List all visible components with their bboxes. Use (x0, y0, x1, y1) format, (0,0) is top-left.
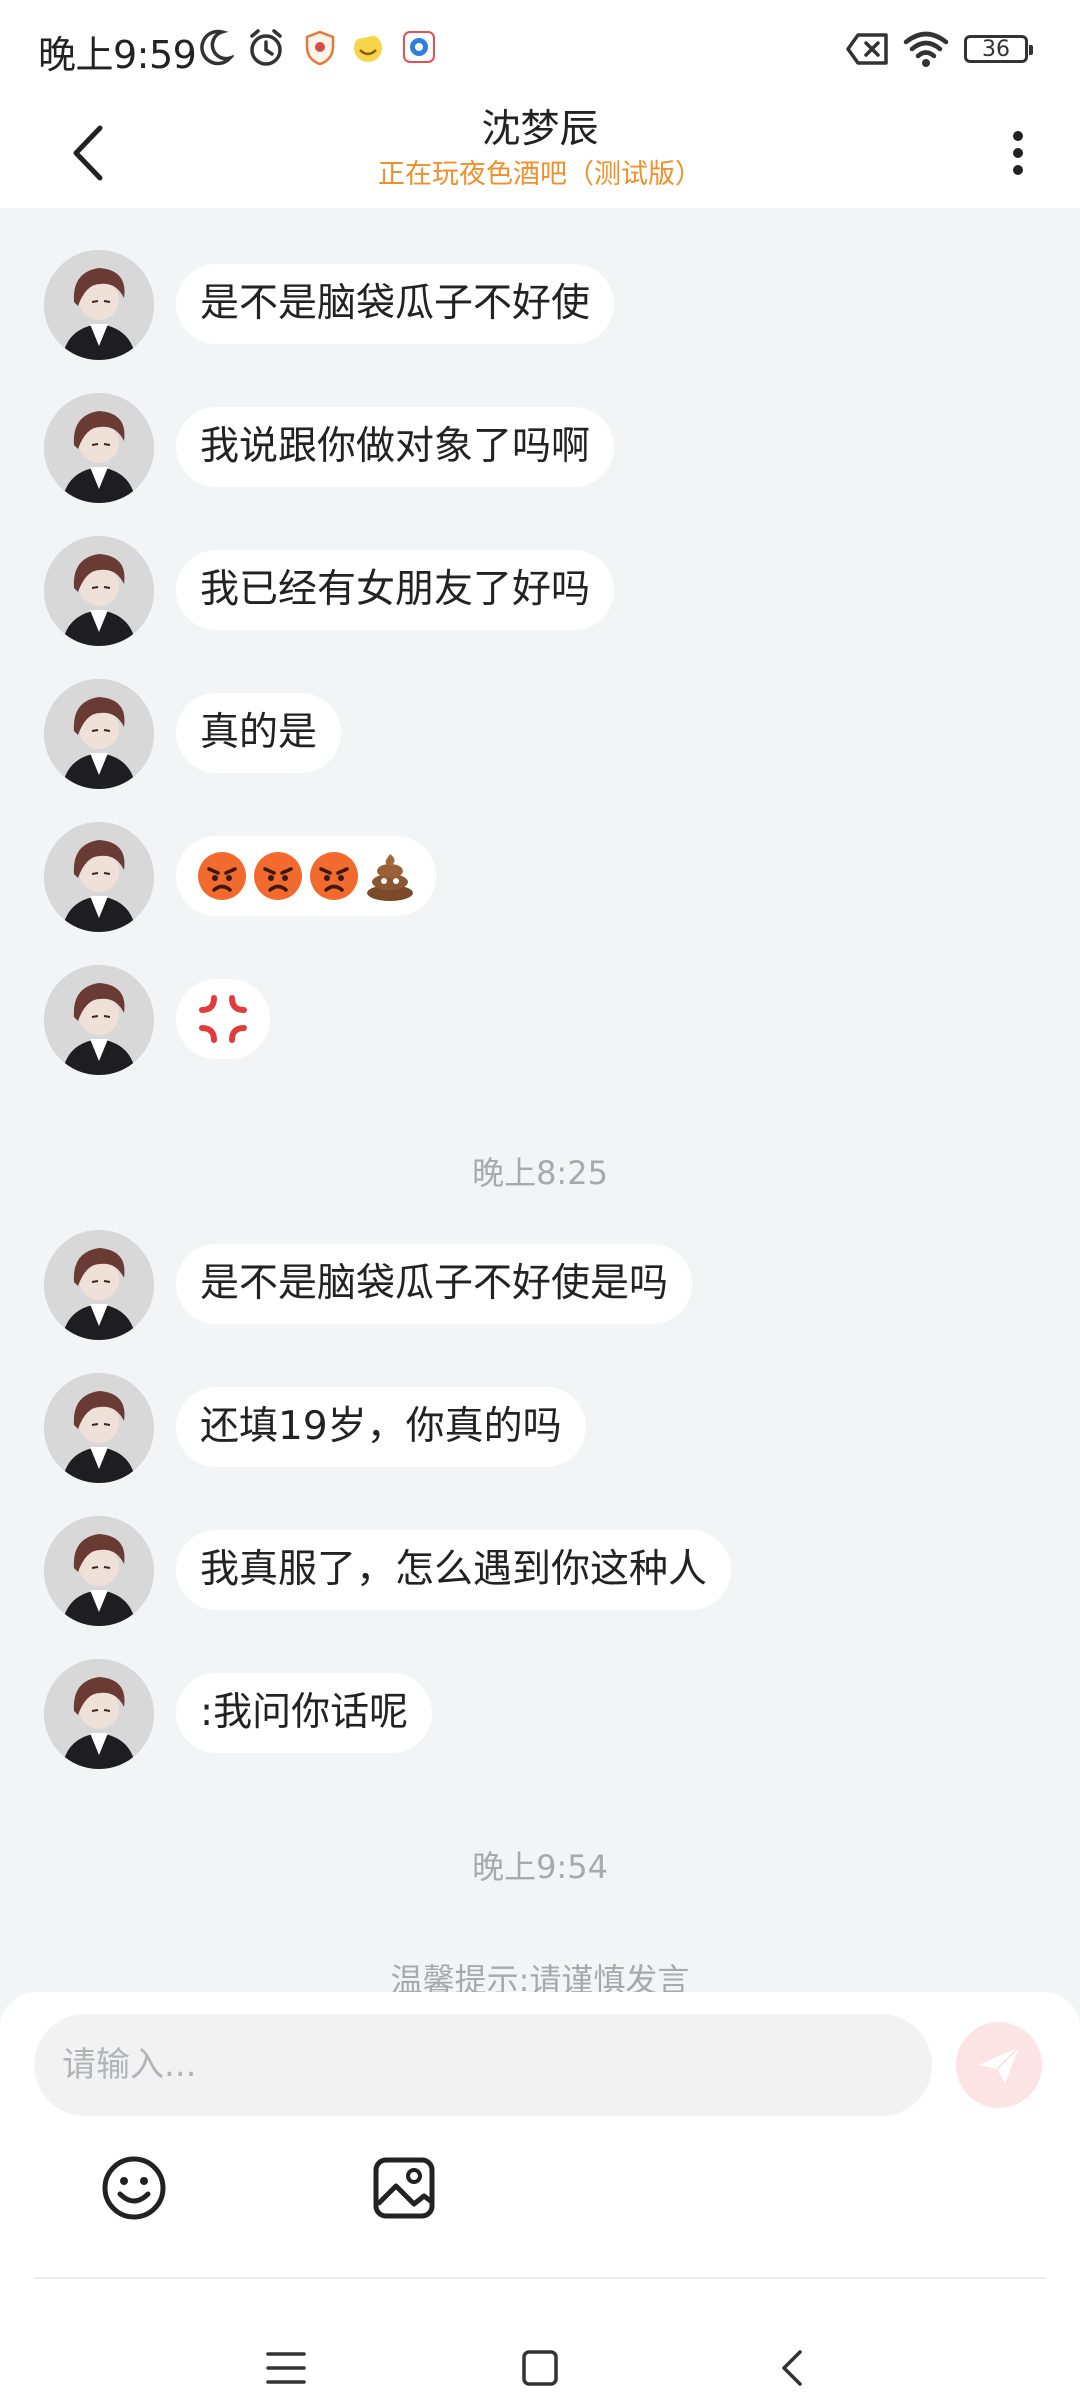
contact-avatar[interactable] (44, 1516, 154, 1626)
alarm-icon (250, 29, 282, 66)
angry-face-icon (310, 852, 358, 900)
message-bubble[interactable]: 是不是脑袋瓜子不好使是吗 (176, 1244, 693, 1324)
chat-header: 沈梦辰 正在玩夜色酒吧（测试版） (0, 96, 1080, 208)
anger-symbol-icon (199, 995, 247, 1043)
shield-app-icon (305, 30, 335, 66)
contact-avatar[interactable] (44, 393, 154, 503)
status-time: 晚上9:59 (38, 33, 197, 77)
image-icon[interactable] (368, 2152, 440, 2224)
angry-face-icon (254, 852, 302, 900)
message-bubble[interactable]: 我已经有女朋友了好吗 (176, 550, 615, 630)
status-bar: 晚上9:59 36 (0, 0, 1080, 96)
angry-face-icon (198, 852, 246, 900)
message-bubble[interactable]: 是不是脑袋瓜子不好使 (176, 264, 615, 344)
contact-avatar[interactable] (44, 965, 154, 1075)
contact-avatar[interactable] (44, 250, 154, 360)
pile-of-poo-icon (367, 854, 413, 901)
input-panel (0, 1992, 1080, 2408)
message-bubble[interactable] (176, 836, 436, 916)
message-bubble[interactable] (176, 979, 270, 1059)
moon-icon (200, 29, 234, 66)
menu-icon[interactable] (262, 2344, 310, 2392)
contact-avatar[interactable] (44, 822, 154, 932)
browser-app-icon (403, 31, 435, 63)
message-bubble[interactable]: 我说跟你做对象了吗啊 (176, 407, 615, 487)
chat-title: 沈梦辰 (481, 107, 599, 152)
wifi-icon (903, 31, 949, 67)
contact-avatar[interactable] (44, 536, 154, 646)
no-sim-icon (846, 33, 888, 65)
time-separator: 晚上8:25 (472, 1154, 608, 1192)
home-square-icon[interactable] (516, 2344, 564, 2392)
contact-avatar[interactable] (44, 679, 154, 789)
message-bubble[interactable]: 还填19岁，你真的吗 (176, 1387, 586, 1467)
back-triangle-icon[interactable] (768, 2344, 816, 2392)
message-bubble[interactable]: 真的是 (176, 693, 342, 773)
time-separator: 晚上9:54 (472, 1848, 608, 1886)
smiley-icon[interactable] (98, 2152, 170, 2224)
emoji-app-icon (353, 30, 382, 62)
message-input[interactable] (34, 2014, 932, 2116)
message-bubble[interactable]: :我问你话呢 (176, 1673, 433, 1753)
contact-avatar[interactable] (44, 1659, 154, 1769)
more-vertical-icon[interactable] (1000, 116, 1040, 186)
paper-plane-icon (979, 2046, 1020, 2083)
chat-status: 正在玩夜色酒吧（测试版） (378, 159, 702, 190)
send-button[interactable] (956, 2022, 1042, 2108)
panel-divider (34, 2277, 1046, 2279)
contact-avatar[interactable] (44, 1230, 154, 1340)
message-bubble[interactable]: 我真服了，怎么遇到你这种人 (176, 1530, 732, 1610)
battery-icon: 36 (964, 35, 1033, 63)
battery-level: 36 (982, 36, 1010, 62)
contact-avatar[interactable] (44, 1373, 154, 1483)
